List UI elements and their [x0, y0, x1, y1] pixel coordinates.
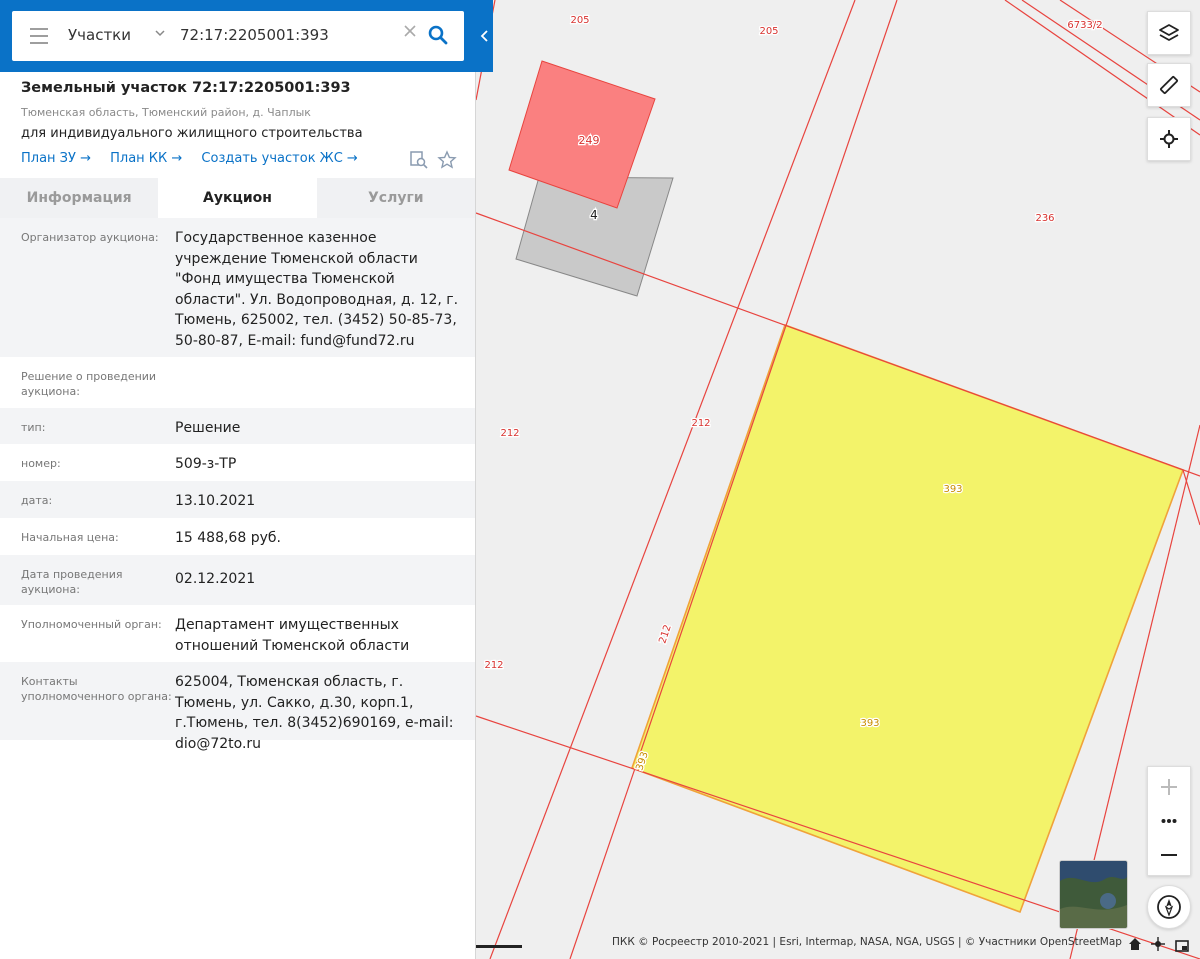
row-value: 13.10.2021	[175, 493, 256, 509]
tab-auction[interactable]: Аукцион	[158, 178, 317, 218]
search-input[interactable]: 72:17:2205001:393	[180, 26, 329, 44]
map-label: 205	[570, 15, 589, 26]
ruler-icon	[1160, 76, 1178, 94]
plus-icon	[1161, 779, 1177, 795]
scale-bar	[476, 945, 522, 948]
parcel-purpose: для индивидуального жилищного строительс…	[21, 126, 363, 141]
compass-icon	[1157, 895, 1181, 919]
minus-icon	[1161, 854, 1177, 856]
menu-icon[interactable]	[30, 28, 48, 44]
plan-zu-link[interactable]: План ЗУ →	[21, 151, 91, 166]
row-label: Решение о проведении аукциона:	[21, 370, 157, 398]
zoom-out-button[interactable]	[1159, 835, 1179, 875]
row-value: 625004, Тюменская область, г. Тюмень, ул…	[175, 674, 454, 752]
measure-button[interactable]	[1147, 63, 1191, 107]
table-row: Дата проведения аукциона: 02.12.2021	[0, 555, 475, 605]
chevron-down-icon[interactable]	[154, 27, 166, 43]
chevron-left-icon[interactable]	[476, 22, 493, 50]
row-label: Уполномоченный орган:	[21, 618, 162, 631]
more-icon	[1161, 819, 1177, 823]
row-value: 509-з-ТР	[175, 456, 237, 472]
map-label: 236	[1035, 213, 1054, 224]
home-icon[interactable]	[1128, 936, 1142, 950]
table-row: Контакты уполномоченного органа: 625004,…	[0, 662, 475, 752]
row-value: 02.12.2021	[175, 571, 256, 587]
row-label: тип:	[21, 421, 46, 434]
table-row: Начальная цена: 15 488,68 руб.	[0, 518, 475, 555]
create-zhs-link[interactable]: Создать участок ЖС →	[201, 151, 357, 166]
compass-button[interactable]	[1147, 885, 1191, 929]
map-label: 6733/2	[1067, 20, 1102, 31]
star-icon[interactable]	[437, 150, 457, 170]
table-row: Уполномоченный орган: Департамент имущес…	[0, 605, 475, 662]
layers-icon	[1159, 24, 1179, 41]
row-label: номер:	[21, 457, 61, 470]
map-label: 212	[484, 660, 503, 671]
row-value: Департамент имущественных отношений Тюме…	[175, 617, 410, 654]
locate-icon[interactable]	[1151, 936, 1165, 951]
row-value: Государственное казенное учреждение Тюме…	[175, 230, 459, 349]
row-label: дата:	[21, 494, 53, 507]
info-panel: Земельный участок 72:17:2205001:393 Тюме…	[0, 0, 476, 959]
map-label: 212	[691, 418, 710, 429]
table-row: дата: 13.10.2021	[0, 481, 475, 518]
search-box: Участки 72:17:2205001:393	[12, 11, 464, 61]
tab-bar: Информация Аукцион Услуги	[0, 178, 475, 218]
table-row: Решение о проведении аукциона:	[0, 357, 475, 408]
table-row: Организатор аукциона: Государственное ка…	[0, 218, 475, 357]
tab-services[interactable]: Услуги	[317, 178, 475, 218]
row-label: Контакты уполномоченного органа:	[21, 675, 172, 703]
row-value: 15 488,68 руб.	[175, 530, 281, 546]
tab-information[interactable]: Информация	[0, 178, 158, 218]
zoom-in-button[interactable]	[1159, 767, 1179, 807]
row-label: Дата проведения аукциона:	[21, 568, 123, 596]
zoom-to-icon[interactable]	[409, 150, 429, 170]
search-icon[interactable]	[426, 23, 450, 47]
map-label: 393	[860, 718, 879, 729]
crosshair-icon	[1160, 130, 1178, 148]
plan-kk-link[interactable]: План КК →	[110, 151, 182, 166]
parcel-address: Тюменская область, Тюменский район, д. Ч…	[21, 106, 311, 119]
category-select[interactable]: Участки	[68, 26, 131, 44]
zoom-controls	[1147, 766, 1191, 876]
map-label: 4	[590, 208, 598, 222]
map-label: 249	[579, 134, 600, 147]
map-label: 205	[759, 26, 778, 37]
table-row: тип: Решение	[0, 408, 475, 444]
row-label: Начальная цена:	[21, 531, 119, 544]
parcel-links: План ЗУ → План КК → Создать участок ЖС →	[21, 151, 373, 166]
basemap-thumbnail[interactable]	[1059, 860, 1128, 929]
clear-icon[interactable]	[402, 23, 418, 44]
auction-table: Организатор аукциона: Государственное ка…	[0, 218, 475, 752]
map-attribution: ПКК © Росреестр 2010-2021 | Esri, Interm…	[612, 936, 1122, 948]
map-label: 212	[500, 428, 519, 439]
parcel-title: Земельный участок 72:17:2205001:393	[21, 80, 351, 96]
row-value: Решение	[175, 420, 241, 436]
fullscreen-icon[interactable]	[1175, 937, 1189, 952]
map-label: 393	[943, 484, 962, 495]
row-value	[175, 357, 475, 408]
coordinates-button[interactable]	[1147, 117, 1191, 161]
table-row: номер: 509-з-ТР	[0, 444, 475, 481]
more-button[interactable]	[1161, 810, 1177, 832]
row-label: Организатор аукциона:	[21, 231, 159, 244]
layers-button[interactable]	[1147, 11, 1191, 55]
search-bar: Участки 72:17:2205001:393	[0, 0, 493, 72]
